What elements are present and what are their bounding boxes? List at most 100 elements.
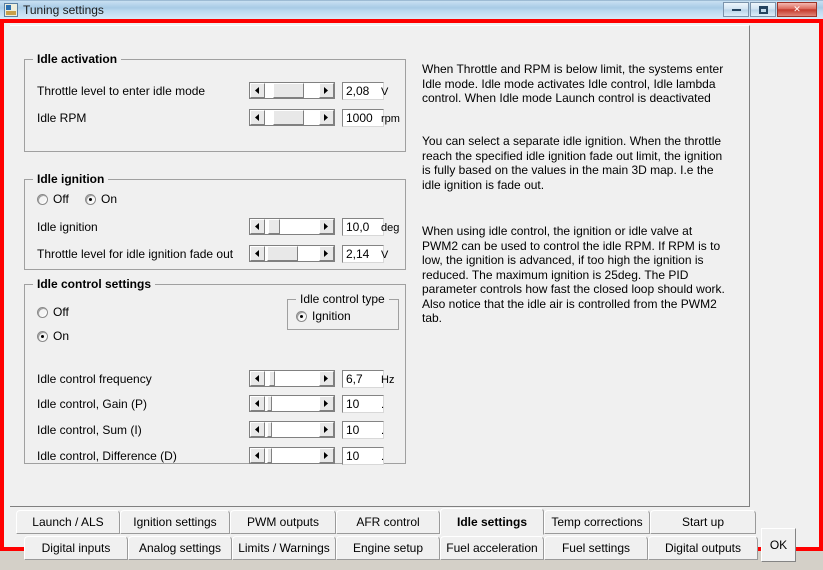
slider-right-arrow-icon[interactable]	[319, 448, 334, 463]
slider-throttle-level-fade-out[interactable]	[249, 245, 335, 262]
row-idle-rpm: Idle RPM 1000 rpm	[37, 109, 400, 128]
window-title: Tuning settings	[23, 3, 104, 17]
row-throttle-level-fade-out: Throttle level for idle ignition fade ou…	[37, 245, 395, 264]
value-idle-control-gain-p[interactable]: 10	[342, 395, 384, 413]
label-idle-control-frequency: Idle control frequency	[37, 372, 152, 386]
radio-dot-icon	[37, 330, 48, 342]
tab-pwm-outputs[interactable]: PWM outputs	[230, 510, 336, 534]
slider-track[interactable]	[265, 246, 319, 261]
slider-track[interactable]	[265, 422, 319, 437]
unit-idle-ignition: deg	[381, 222, 400, 234]
close-icon: ✕	[793, 4, 801, 14]
slider-right-arrow-icon[interactable]	[319, 396, 334, 411]
unit-idle-control-gain-p: .	[381, 399, 385, 411]
row-idle-control-frequency: Idle control frequency 6,7 Hz	[37, 370, 395, 389]
value-idle-rpm[interactable]: 1000	[342, 109, 384, 127]
group-legend-idle-ignition: Idle ignition	[33, 172, 109, 186]
slider-right-arrow-icon[interactable]	[319, 371, 334, 386]
label-idle-ignition: Idle ignition	[37, 220, 98, 234]
tab-engine-setup[interactable]: Engine setup	[336, 536, 440, 560]
slider-track[interactable]	[265, 219, 319, 234]
slider-idle-control-frequency[interactable]	[249, 370, 335, 387]
tab-limits-warnings[interactable]: Limits / Warnings	[232, 536, 336, 560]
radio-idle-control-type-ignition[interactable]: Ignition	[296, 309, 351, 323]
radio-idle-control-on[interactable]: On	[37, 329, 69, 343]
help-text-idle-ignition: You can select a separate idle ignition.…	[422, 134, 723, 192]
slider-left-arrow-icon[interactable]	[250, 448, 265, 463]
slider-right-arrow-icon[interactable]	[319, 422, 334, 437]
slider-right-arrow-icon[interactable]	[319, 83, 334, 98]
minimize-icon	[731, 8, 741, 11]
slider-left-arrow-icon[interactable]	[250, 396, 265, 411]
tab-start-up[interactable]: Start up	[650, 510, 756, 534]
tab-launch-als[interactable]: Launch / ALS	[16, 510, 120, 534]
maximize-icon	[758, 5, 768, 14]
radio-idle-ignition-off[interactable]: Off	[37, 192, 69, 206]
slider-track[interactable]	[265, 396, 319, 411]
tab-afr-control[interactable]: AFR control	[336, 510, 440, 534]
radio-idle-control-off[interactable]: Off	[37, 305, 69, 319]
slider-idle-ignition[interactable]	[249, 218, 335, 235]
tab-analog-settings[interactable]: Analog settings	[128, 536, 232, 560]
value-idle-control-difference-d[interactable]: 10	[342, 447, 384, 465]
slider-thumb[interactable]	[267, 246, 298, 261]
group-idle-control-type: Idle control type Ignition	[287, 292, 399, 330]
slider-track[interactable]	[265, 110, 319, 125]
slider-throttle-level-enter-idle[interactable]	[249, 82, 335, 99]
tab-ignition-settings[interactable]: Ignition settings	[120, 510, 230, 534]
slider-thumb[interactable]	[269, 371, 275, 386]
slider-left-arrow-icon[interactable]	[250, 219, 265, 234]
slider-thumb[interactable]	[268, 219, 280, 234]
value-idle-control-frequency[interactable]: 6,7	[342, 370, 384, 388]
maximize-button[interactable]	[750, 2, 776, 17]
slider-track[interactable]	[265, 448, 319, 463]
radio-dot-icon	[85, 193, 96, 205]
radio-label-idle-control-off: Off	[53, 305, 69, 319]
unit-idle-control-frequency: Hz	[381, 374, 395, 386]
row-idle-control-sum-i: Idle control, Sum (I) 10 .	[37, 421, 395, 440]
slider-thumb[interactable]	[267, 396, 272, 411]
slider-idle-control-difference-d[interactable]	[249, 447, 335, 464]
slider-left-arrow-icon[interactable]	[250, 422, 265, 437]
client-area: Idle activation Throttle level to enter …	[4, 23, 819, 562]
minimize-button[interactable]	[723, 2, 749, 17]
slider-idle-rpm[interactable]	[249, 109, 335, 126]
slider-left-arrow-icon[interactable]	[250, 371, 265, 386]
row-idle-control-gain-p: Idle control, Gain (P) 10 .	[37, 395, 395, 414]
slider-track[interactable]	[265, 83, 319, 98]
slider-thumb[interactable]	[267, 422, 272, 437]
slider-left-arrow-icon[interactable]	[250, 246, 265, 261]
slider-left-arrow-icon[interactable]	[250, 110, 265, 125]
slider-thumb[interactable]	[273, 83, 304, 98]
tab-temp-corrections[interactable]: Temp corrections	[544, 510, 650, 534]
value-throttle-level-fade-out[interactable]: 2,14	[342, 245, 384, 263]
slider-idle-control-gain-p[interactable]	[249, 395, 335, 412]
slider-idle-control-sum-i[interactable]	[249, 421, 335, 438]
value-idle-control-sum-i[interactable]: 10	[342, 421, 384, 439]
unit-idle-control-difference-d: .	[381, 451, 385, 463]
slider-right-arrow-icon[interactable]	[319, 219, 334, 234]
tab-idle-settings[interactable]: Idle settings	[440, 508, 544, 535]
tab-fuel-acceleration[interactable]: Fuel acceleration	[440, 536, 544, 560]
group-idle-activation: Idle activation Throttle level to enter …	[24, 52, 406, 152]
slider-right-arrow-icon[interactable]	[319, 246, 334, 261]
slider-thumb[interactable]	[267, 448, 272, 463]
tab-digital-inputs[interactable]: Digital inputs	[24, 536, 128, 560]
tab-fuel-settings[interactable]: Fuel settings	[544, 536, 648, 560]
radio-label-idle-ignition-off: Off	[53, 192, 69, 206]
slider-left-arrow-icon[interactable]	[250, 83, 265, 98]
group-legend-idle-control-type: Idle control type	[296, 292, 389, 306]
unit-idle-control-sum-i: .	[381, 425, 385, 437]
radio-idle-ignition-on[interactable]: On	[85, 192, 117, 206]
slider-right-arrow-icon[interactable]	[319, 110, 334, 125]
tab-row-1: Launch / ALS Ignition settings PWM outpu…	[10, 508, 812, 536]
value-throttle-level-enter-idle[interactable]: 2,08	[342, 82, 384, 100]
slider-thumb[interactable]	[273, 110, 304, 125]
slider-track[interactable]	[265, 371, 319, 386]
value-idle-ignition[interactable]: 10,0	[342, 218, 384, 236]
ok-button[interactable]: OK	[761, 528, 796, 562]
row-idle-control-difference-d: Idle control, Difference (D) 10 .	[37, 447, 395, 466]
close-button[interactable]: ✕	[777, 2, 817, 17]
tab-digital-outputs[interactable]: Digital outputs	[648, 536, 758, 560]
tab-strip: Launch / ALS Ignition settings PWM outpu…	[10, 508, 812, 570]
